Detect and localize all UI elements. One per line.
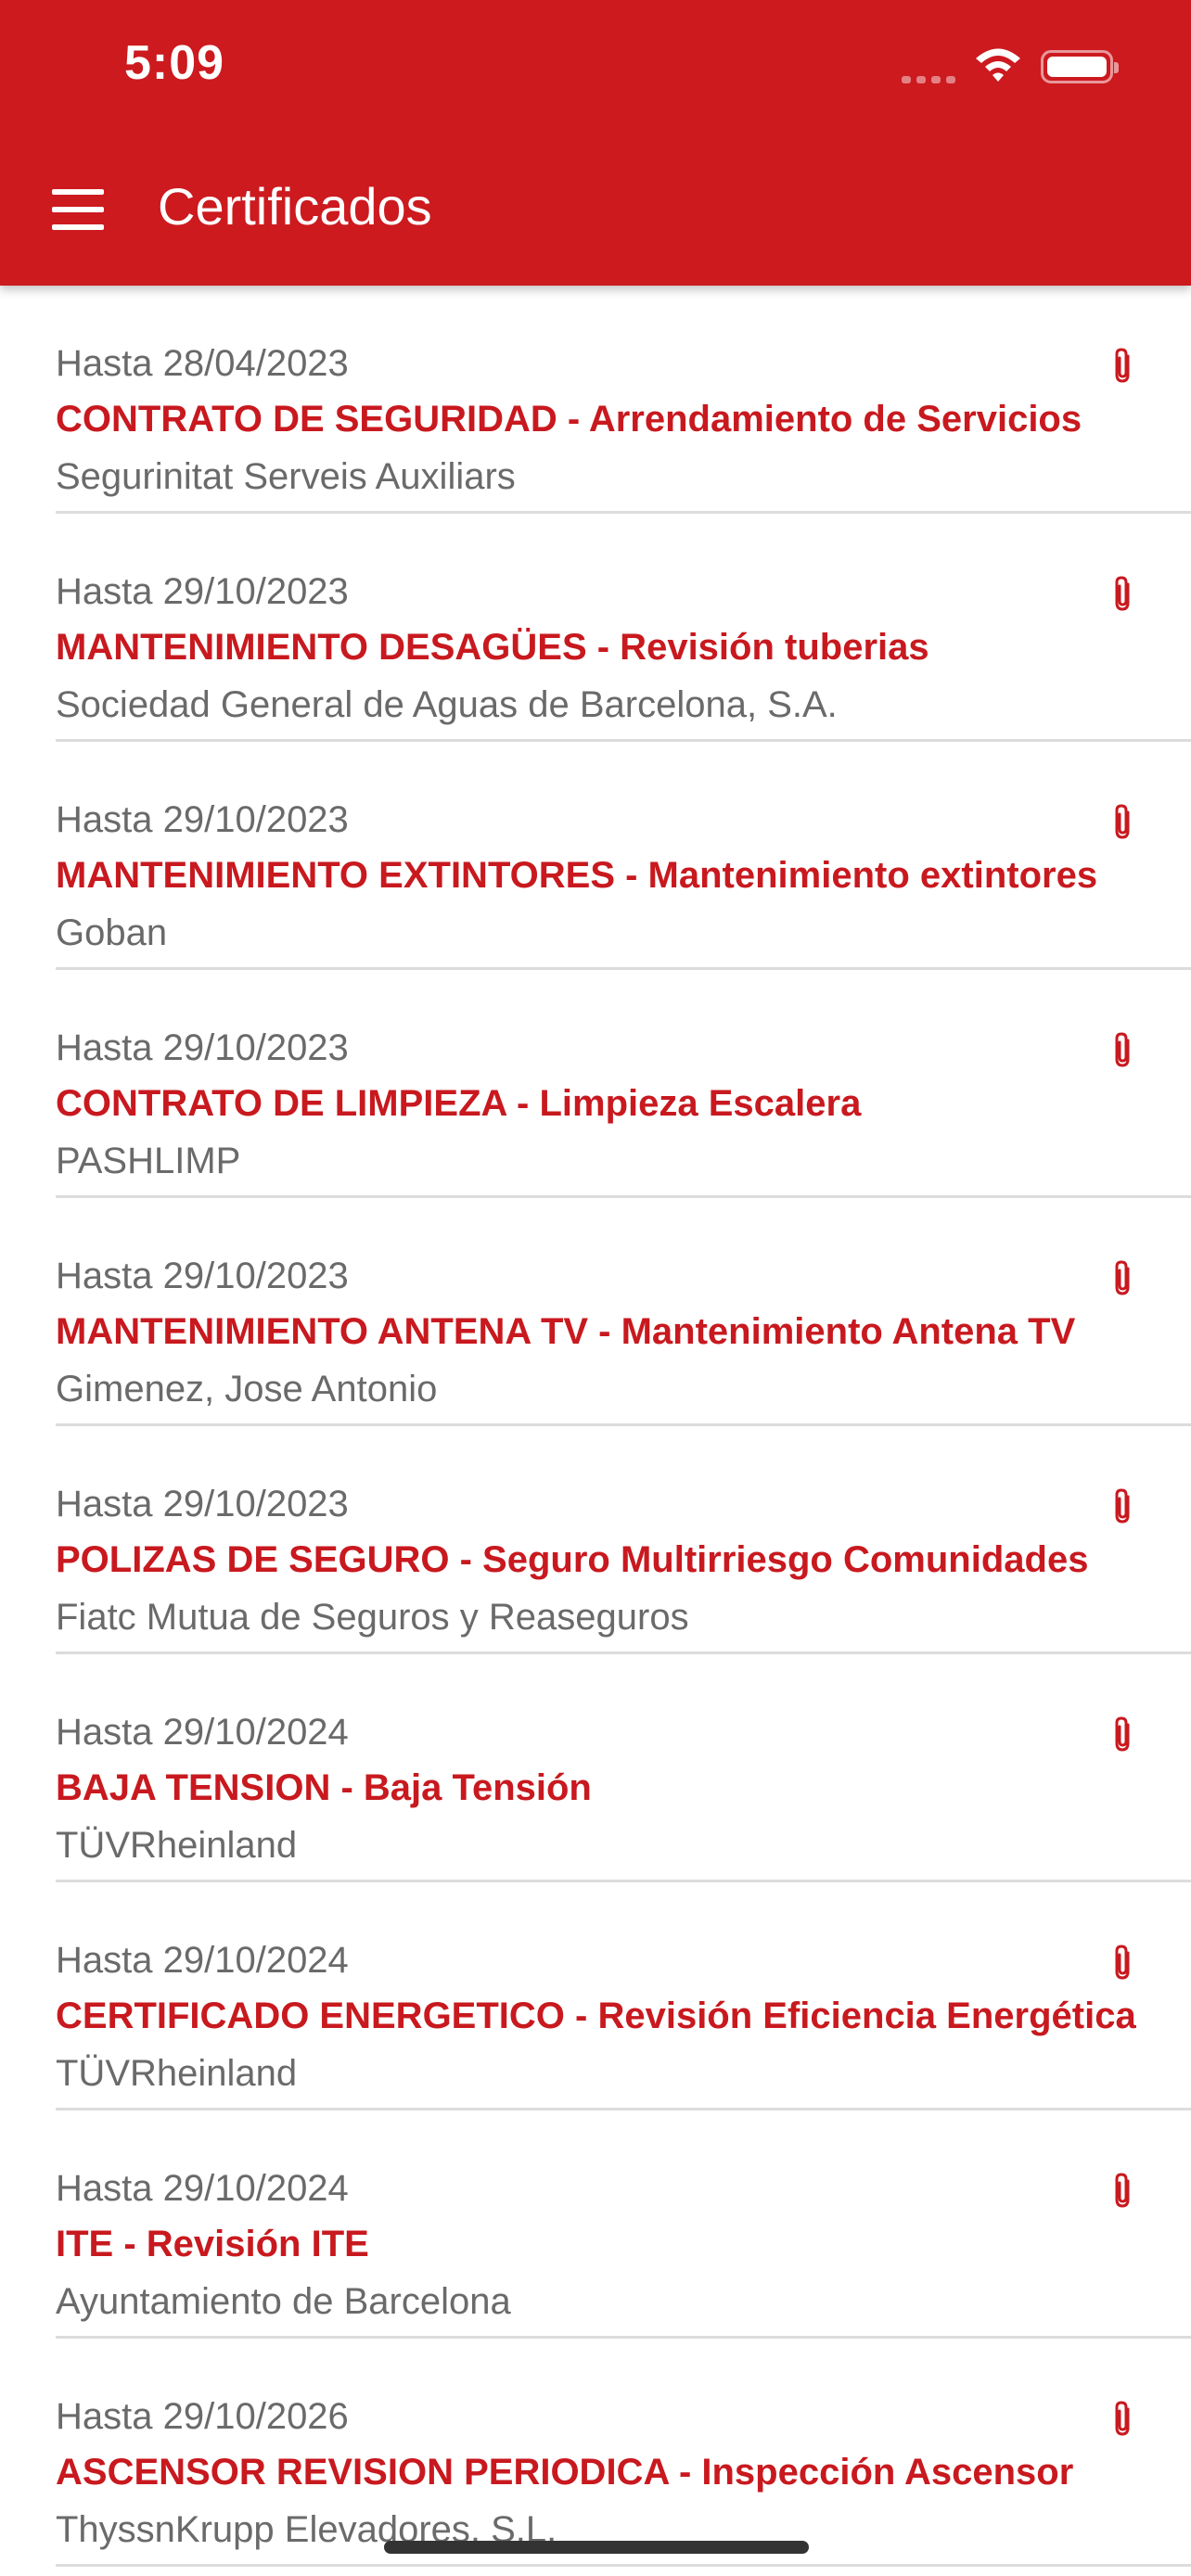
- certificate-expiry-date: Hasta 29/10/2024: [56, 2168, 349, 2209]
- certificate-title: POLIZAS DE SEGURO - Seguro Multirriesgo …: [56, 1539, 1089, 1580]
- certificate-expiry-date: Hasta 29/10/2026: [56, 2396, 349, 2437]
- certificate-company: TÜVRheinland: [56, 2053, 298, 2094]
- certificates-screen: 5:09 Certificados Hasta 28/04/2023 CONTRA…: [0, 0, 1191, 2576]
- list-item[interactable]: Hasta 29/10/2023 MANTENIMIENTO EXTINTORES…: [56, 742, 1191, 970]
- home-indicator[interactable]: [384, 2541, 809, 2554]
- certificate-title: CERTIFICADO ENERGETICO - Revisión Eficie…: [56, 1996, 1136, 2036]
- certificates-list: Hasta 28/04/2023 CONTRATO DE SEGURIDAD - …: [0, 286, 1191, 2567]
- paperclip-icon[interactable]: [1111, 1487, 1135, 1524]
- list-item[interactable]: Hasta 29/10/2024 ITE - Revisión ITE Ayunta…: [56, 2111, 1191, 2339]
- hamburger-menu-icon[interactable]: [52, 189, 104, 230]
- app-header: 5:09 Certificados: [0, 0, 1191, 286]
- paperclip-icon[interactable]: [1111, 1031, 1135, 1068]
- paperclip-icon[interactable]: [1111, 2400, 1135, 2437]
- certificate-title: ITE - Revisión ITE: [56, 2224, 369, 2264]
- paperclip-icon[interactable]: [1111, 2172, 1135, 2209]
- list-item[interactable]: Hasta 29/10/2023 CONTRATO DE LIMPIEZA - L…: [56, 970, 1191, 1198]
- paperclip-icon[interactable]: [1111, 1259, 1135, 1296]
- certificate-title: MANTENIMIENTO EXTINTORES - Mantenimiento…: [56, 855, 1098, 896]
- paperclip-icon[interactable]: [1111, 803, 1135, 840]
- list-item[interactable]: Hasta 28/04/2023 CONTRATO DE SEGURIDAD - …: [56, 286, 1191, 514]
- paperclip-icon[interactable]: [1111, 347, 1135, 384]
- battery-icon: [1041, 50, 1119, 83]
- certificate-title: MANTENIMIENTO DESAGÜES - Revisión tuberi…: [56, 627, 929, 668]
- certificate-company: Sociedad General de Aguas de Barcelona, …: [56, 684, 838, 725]
- certificate-expiry-date: Hasta 28/04/2023: [56, 343, 349, 384]
- certificate-company: TÜVRheinland: [56, 1825, 298, 1866]
- wifi-icon: [976, 48, 1020, 82]
- paperclip-icon[interactable]: [1111, 575, 1135, 612]
- certificate-expiry-date: Hasta 29/10/2023: [56, 1027, 349, 1068]
- certificate-expiry-date: Hasta 29/10/2023: [56, 1256, 349, 1296]
- certificate-expiry-date: Hasta 29/10/2024: [56, 1712, 349, 1753]
- certificate-company: PASHLIMP: [56, 1141, 241, 1181]
- certificate-title: MANTENIMIENTO ANTENA TV - Mantenimiento …: [56, 1311, 1076, 1352]
- paperclip-icon[interactable]: [1111, 1715, 1135, 1753]
- certificate-company: Gimenez, Jose Antonio: [56, 1369, 438, 1409]
- list-item[interactable]: Hasta 29/10/2026 ASCENSOR REVISION PERIOD…: [56, 2339, 1191, 2567]
- certificate-company: Fiatc Mutua de Seguros y Reaseguros: [56, 1597, 689, 1638]
- certificate-expiry-date: Hasta 29/10/2023: [56, 571, 349, 612]
- list-item[interactable]: Hasta 29/10/2023 MANTENIMIENTO ANTENA TV …: [56, 1198, 1191, 1426]
- certificate-title: CONTRATO DE SEGURIDAD - Arrendamiento de…: [56, 399, 1082, 440]
- certificate-title: CONTRATO DE LIMPIEZA - Limpieza Escalera: [56, 1083, 862, 1124]
- list-item[interactable]: Hasta 29/10/2023 POLIZAS DE SEGURO - Segu…: [56, 1426, 1191, 1654]
- paperclip-icon[interactable]: [1111, 1944, 1135, 1981]
- certificate-title: BAJA TENSION - Baja Tensión: [56, 1767, 592, 1808]
- certificate-expiry-date: Hasta 29/10/2024: [56, 1940, 349, 1981]
- certificate-company: Goban: [56, 912, 168, 953]
- page-title: Certificados: [158, 177, 432, 236]
- list-item[interactable]: Hasta 29/10/2024 BAJA TENSION - Baja Tens…: [56, 1654, 1191, 1882]
- list-item[interactable]: Hasta 29/10/2023 MANTENIMIENTO DESAGÜES -…: [56, 514, 1191, 742]
- certificate-title: ASCENSOR REVISION PERIODICA - Inspección…: [56, 2452, 1074, 2493]
- certificate-company: Ayuntamiento de Barcelona: [56, 2281, 511, 2322]
- certificate-expiry-date: Hasta 29/10/2023: [56, 799, 349, 840]
- certificate-expiry-date: Hasta 29/10/2023: [56, 1484, 349, 1524]
- list-item[interactable]: Hasta 29/10/2024 CERTIFICADO ENERGETICO -…: [56, 1882, 1191, 2111]
- cellular-signal-icon: [902, 76, 957, 83]
- status-time: 5:09: [124, 36, 225, 90]
- certificate-company: Segurinitat Serveis Auxiliars: [56, 456, 516, 497]
